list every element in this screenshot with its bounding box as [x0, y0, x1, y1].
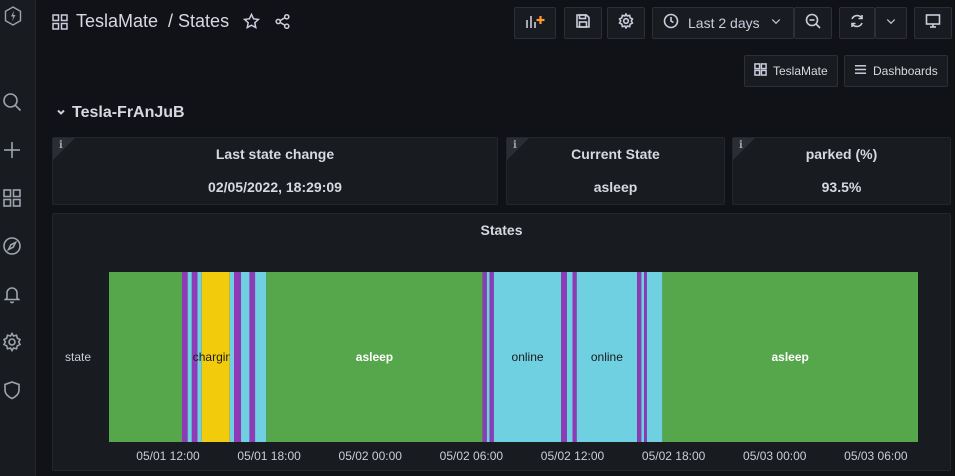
state-segment-asleep[interactable]	[109, 272, 183, 442]
dashboard-title-bar: TeslaMate / States	[52, 11, 291, 32]
save-icon	[575, 13, 591, 34]
top-navbar: TeslaMate / States Last 2 days	[36, 0, 955, 46]
x-tick-label: 05/03 06:00	[844, 449, 908, 463]
state-segment-online[interactable]	[187, 272, 192, 442]
dashboards-link-button[interactable]: Dashboards	[844, 55, 948, 87]
state-segment-offline[interactable]	[249, 272, 256, 442]
search-icon[interactable]	[0, 90, 24, 114]
zoom-out-button[interactable]	[794, 7, 832, 39]
last-state-change-panel: i Last state change 02/05/2022, 18:29:09	[52, 137, 498, 205]
segment-label: asleep	[356, 350, 393, 364]
state-segment-online[interactable]	[255, 272, 267, 442]
clock-icon	[663, 13, 679, 34]
state-segment-online[interactable]	[241, 272, 250, 442]
segment-label: online	[512, 350, 544, 364]
monitor-icon	[925, 13, 941, 34]
state-segment-offline[interactable]	[644, 272, 647, 442]
dashboard-title[interactable]: TeslaMate / States	[76, 11, 229, 32]
dashboards-icon[interactable]	[0, 186, 24, 210]
stat-value: asleep	[593, 179, 638, 195]
refresh-interval-dropdown[interactable]	[875, 7, 907, 39]
add-panel-button[interactable]	[514, 7, 556, 39]
state-segment-offline[interactable]	[182, 272, 188, 442]
zoom-out-icon	[805, 13, 821, 34]
chevron-down-icon	[885, 14, 897, 32]
panel-title[interactable]: Last state change	[53, 146, 497, 162]
teslamate-link-label: TeslaMate	[773, 64, 828, 78]
stat-value: 02/05/2022, 18:29:09	[208, 179, 342, 195]
refresh-icon	[849, 13, 865, 34]
save-dashboard-button[interactable]	[564, 7, 602, 39]
share-icon[interactable]	[274, 13, 291, 30]
menu-bars-icon	[854, 63, 873, 79]
x-tick-label: 05/02 18:00	[642, 449, 706, 463]
settings-gear-icon	[618, 11, 634, 34]
state-timeline-chart[interactable]: charging asleep online online asleepstate05/…	[53, 214, 950, 470]
row-label: state	[65, 350, 91, 364]
state-segment-online[interactable]	[646, 272, 663, 442]
parked-percent-panel: i parked (%) 93.5%	[732, 137, 951, 205]
chevron-down-icon	[770, 14, 782, 32]
panel-title[interactable]: parked (%)	[733, 146, 950, 162]
state-segment-online[interactable]	[486, 272, 490, 442]
state-segment-online[interactable]	[641, 272, 645, 442]
state-segment-offline[interactable]	[482, 272, 487, 442]
time-range-label: Last 2 days	[688, 15, 760, 31]
settings-gear-icon[interactable]	[0, 330, 24, 354]
panel-title[interactable]: Current State	[507, 146, 724, 162]
state-segment-offline[interactable]	[572, 272, 577, 442]
x-tick-label: 05/03 00:00	[743, 449, 807, 463]
cycle-view-mode-button[interactable]	[914, 7, 952, 39]
stat-value: 93.5%	[821, 179, 862, 195]
shield-icon[interactable]	[0, 378, 24, 402]
grafana-logo-icon[interactable]	[4, 6, 22, 26]
state-segment-offline[interactable]	[561, 272, 567, 442]
segment-label: asleep	[772, 350, 809, 364]
dashboards-link-label: Dashboards	[873, 64, 938, 78]
state-segment-offline[interactable]	[234, 272, 242, 442]
explore-icon[interactable]	[0, 234, 24, 258]
state-segment-offline[interactable]	[489, 272, 494, 442]
chevron-down-icon	[56, 104, 66, 122]
row-title: Tesla-FrAnJuB	[72, 104, 185, 121]
plus-icon[interactable]	[0, 138, 24, 162]
teslamate-link-button[interactable]: TeslaMate	[744, 55, 838, 87]
state-segment-online[interactable]	[566, 272, 573, 442]
state-segment-offline[interactable]	[637, 272, 642, 442]
refresh-button[interactable]	[839, 7, 875, 39]
x-tick-label: 05/02 00:00	[339, 449, 403, 463]
dashboards-grid-icon	[754, 63, 773, 79]
star-icon[interactable]	[243, 13, 261, 30]
x-tick-label: 05/02 12:00	[541, 449, 605, 463]
sidebar	[0, 0, 36, 476]
current-state-panel: i Current State asleep	[506, 137, 725, 205]
add-panel-icon	[524, 13, 546, 34]
states-timeline-panel: States charging asleep online online asleep s…	[52, 213, 951, 471]
state-segment-online[interactable]	[229, 272, 235, 442]
alerting-bell-icon[interactable]	[0, 282, 24, 306]
x-tick-label: 05/01 12:00	[136, 449, 200, 463]
dashboards-grid-icon	[52, 13, 68, 30]
segment-label: online	[591, 350, 623, 364]
time-range-picker[interactable]: Last 2 days	[652, 7, 794, 39]
dashboard-settings-button[interactable]	[607, 7, 645, 39]
x-tick-label: 05/01 18:00	[237, 449, 301, 463]
row-header[interactable]: Tesla-FrAnJuB	[56, 104, 185, 122]
x-tick-label: 05/02 06:00	[440, 449, 504, 463]
